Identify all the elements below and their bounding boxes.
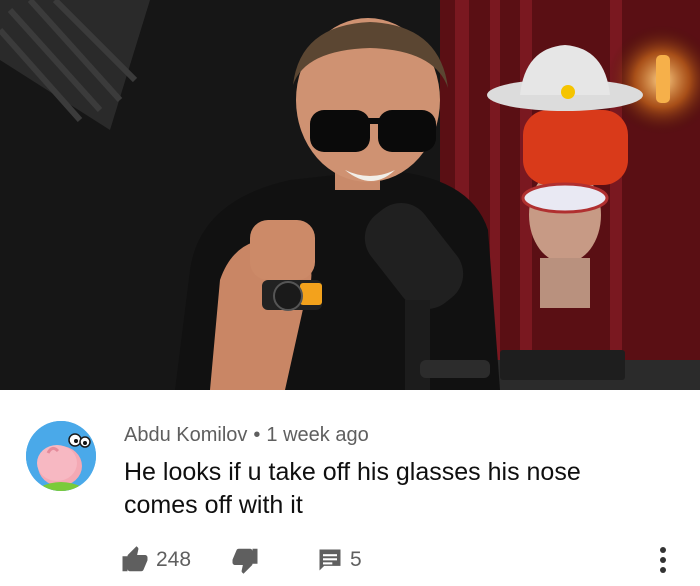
more-options-button[interactable] — [648, 540, 678, 580]
like-count: 248 — [156, 548, 192, 571]
more-vertical-icon — [660, 547, 666, 573]
comment-time[interactable]: 1 week ago — [266, 424, 368, 446]
video-frame — [0, 0, 700, 390]
video-player[interactable] — [0, 0, 700, 390]
comment-icon — [319, 549, 341, 571]
thumbs-up-icon — [122, 546, 148, 572]
avatar-image — [26, 421, 96, 491]
thumbs-down-icon — [232, 548, 258, 574]
like-button[interactable]: 248 — [120, 543, 191, 577]
comment-text: He looks if u take off his glasses his n… — [124, 458, 581, 519]
meta-separator: • — [253, 424, 261, 446]
comment-author[interactable]: Abdu Komilov — [124, 424, 247, 446]
dislike-button[interactable] — [230, 543, 260, 577]
avatar[interactable] — [26, 421, 96, 491]
reply-count: 5 — [350, 548, 362, 571]
comment-meta: Abdu Komilov • 1 week ago — [124, 424, 369, 447]
reply-button[interactable]: 5 — [316, 543, 362, 577]
